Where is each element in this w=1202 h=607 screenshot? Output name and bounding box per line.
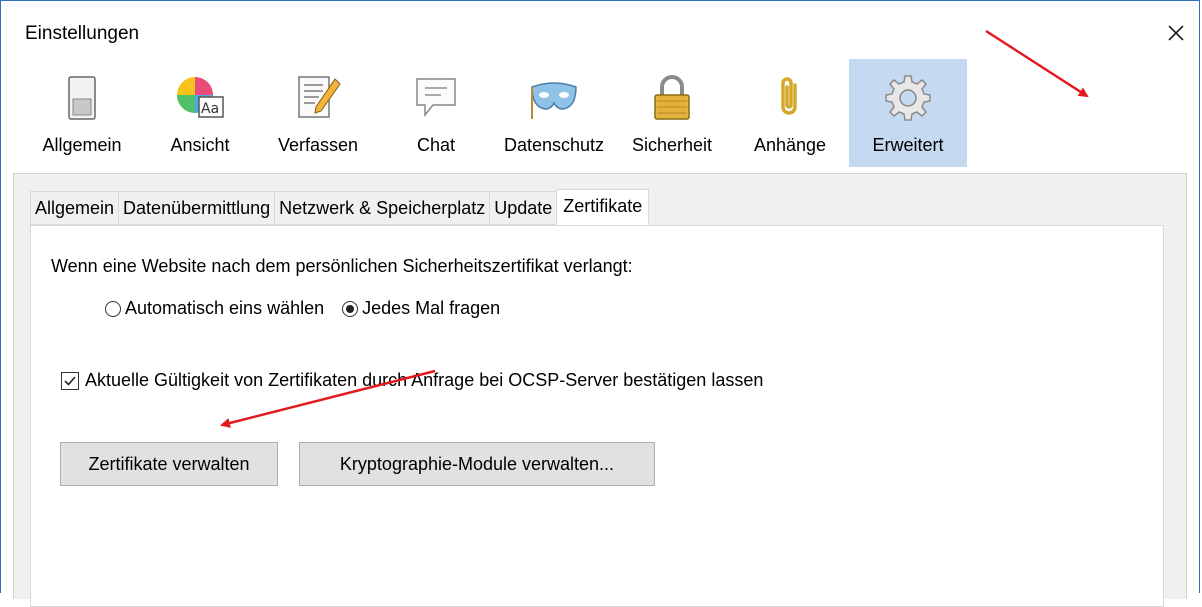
toolbar-label: Chat <box>416 135 456 155</box>
toolbar-label: Anhänge <box>753 135 827 155</box>
toolbar-item-allgemein[interactable]: Allgemein <box>23 59 141 167</box>
toolbar-label: Datenschutz <box>503 135 605 155</box>
toolbar-label: Sicherheit <box>631 135 713 155</box>
gear-icon <box>885 75 931 121</box>
settings-toolbar: Allgemein Aa Ansicht Verfassen Chat Date… <box>1 59 1199 167</box>
toolbar-item-datenschutz[interactable]: Datenschutz <box>495 59 613 167</box>
close-icon <box>1168 25 1184 41</box>
toolbar-item-chat[interactable]: Chat <box>377 59 495 167</box>
ocsp-checkbox-label: Aktuelle Gültigkeit von Zertifikaten dur… <box>85 370 764 390</box>
title-bar: Einstellungen <box>1 1 1199 59</box>
toolbar-item-verfassen[interactable]: Verfassen <box>259 59 377 167</box>
tab-datenuebermittlung[interactable]: Datenübermittlung <box>118 191 275 225</box>
close-button[interactable] <box>1153 13 1199 53</box>
advanced-panel: Allgemein Datenübermittlung Netzwerk & S… <box>13 173 1187 607</box>
paperclip-icon <box>781 77 797 115</box>
toolbar-label: Verfassen <box>277 135 359 155</box>
padlock-icon <box>654 75 690 120</box>
toolbar-label: Allgemein <box>42 135 122 155</box>
radio-ask-indicator[interactable] <box>342 300 359 317</box>
radio-auto-select[interactable]: Automatisch eins wählen <box>105 298 324 319</box>
radio-ask-label: Jedes Mal fragen <box>362 298 501 318</box>
window-title: Einstellungen <box>25 23 140 44</box>
svg-text:Aa: Aa <box>201 101 219 117</box>
certificate-request-description: Wenn eine Website nach dem persönlichen … <box>51 256 633 276</box>
certificates-tab-content: Wenn eine Website nach dem persönlichen … <box>30 225 1164 607</box>
toolbar-label: Ansicht <box>170 135 230 155</box>
mask-icon <box>531 82 577 119</box>
tab-netzwerk-speicherplatz[interactable]: Netzwerk & Speicherplatz <box>274 191 490 225</box>
checkmark-icon <box>64 375 76 386</box>
settings-window: Einstellungen Allgemein Aa Ansicht Verfa… <box>0 0 1200 607</box>
manage-crypto-modules-button[interactable]: Kryptographie-Module verwalten... <box>299 442 655 486</box>
ocsp-checkbox-row[interactable]: Aktuelle Gültigkeit von Zertifikaten dur… <box>61 370 763 391</box>
switch-icon <box>68 76 96 120</box>
manage-certificates-button[interactable]: Zertifikate verwalten <box>60 442 278 486</box>
toolbar-item-ansicht[interactable]: Aa Ansicht <box>141 59 259 167</box>
toolbar-label: Erweitert <box>872 135 944 155</box>
radio-auto-label: Automatisch eins wählen <box>125 298 325 318</box>
toolbar-item-anhaenge[interactable]: Anhänge <box>731 59 849 167</box>
radio-ask-every-time[interactable]: Jedes Mal fragen <box>342 298 500 319</box>
tab-allgemein[interactable]: Allgemein <box>30 191 119 225</box>
tab-update[interactable]: Update <box>489 191 557 225</box>
color-text-icon: Aa <box>177 77 224 118</box>
document-pencil-icon <box>298 76 341 118</box>
advanced-tabs: Allgemein Datenübermittlung Netzwerk & S… <box>30 189 650 225</box>
chat-bubble-icon <box>416 78 456 118</box>
ocsp-checkbox[interactable] <box>61 371 79 390</box>
tab-zertifikate[interactable]: Zertifikate <box>556 189 650 225</box>
toolbar-item-sicherheit[interactable]: Sicherheit <box>613 59 731 167</box>
certificate-choice-group: Automatisch eins wählen Jedes Mal fragen <box>105 298 518 319</box>
radio-auto-indicator[interactable] <box>105 300 121 317</box>
toolbar-item-erweitert[interactable]: Erweitert <box>849 59 967 167</box>
